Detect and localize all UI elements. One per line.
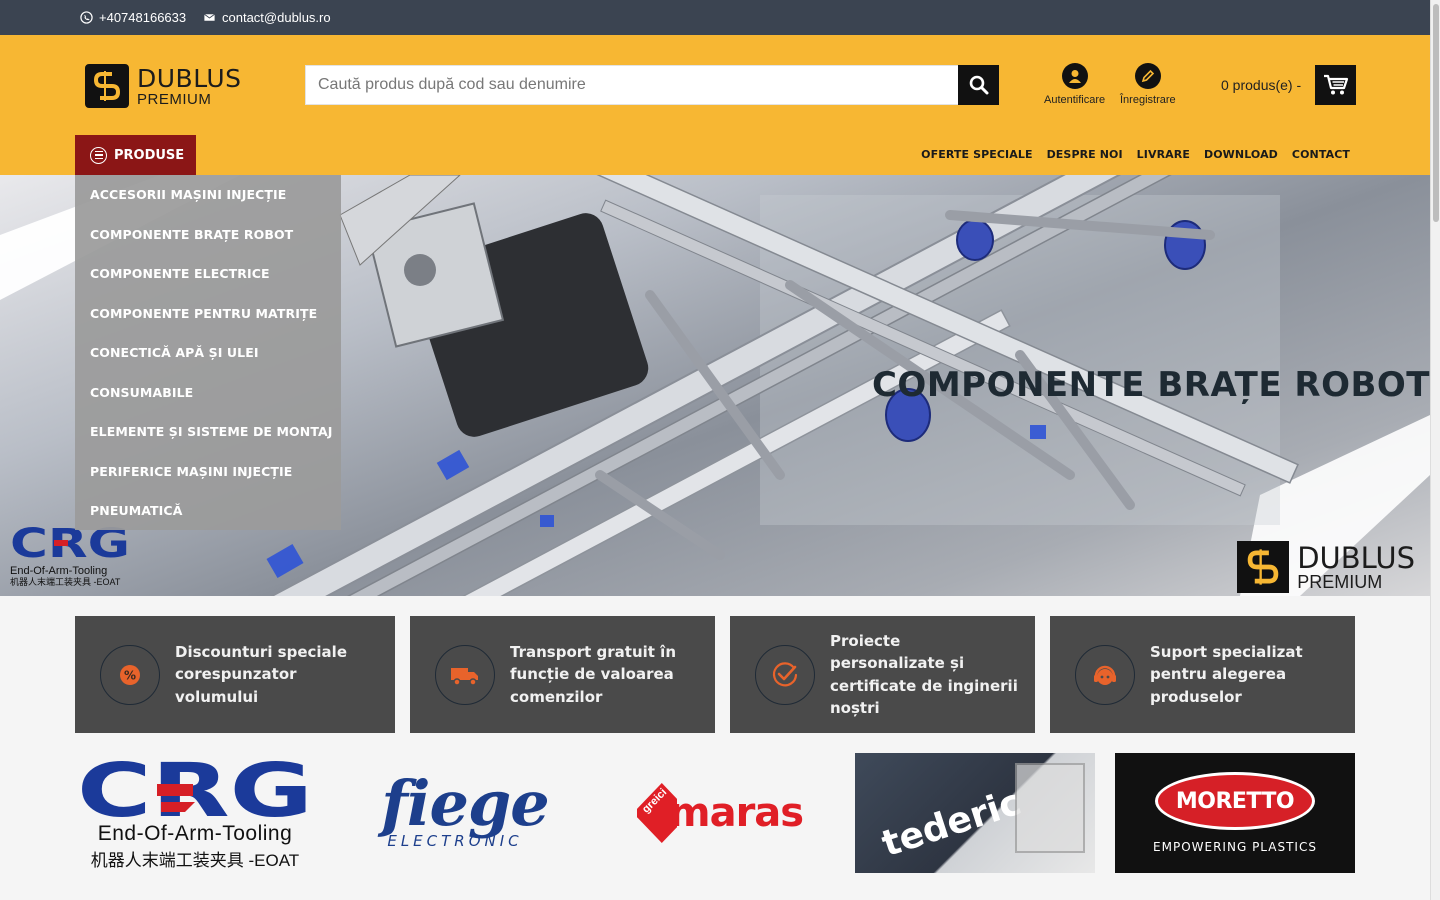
fiege-name: fiege: [381, 767, 549, 840]
top-bar: +40748166633 contact@dublus.ro: [0, 0, 1430, 35]
crg-line1: End-Of-Arm-Tooling: [97, 821, 293, 845]
dropdown-item[interactable]: ACCESORII MAȘINI INJECȚIE: [75, 175, 341, 215]
scrollbar-thumb[interactable]: [1433, 4, 1439, 222]
pencil-icon: [1134, 63, 1161, 89]
register-label: Înregistrare: [1120, 94, 1176, 106]
nav-item-despre[interactable]: DESPRE NOI: [1047, 148, 1123, 161]
brand-logo-moretto[interactable]: MORETTO EMPOWERING PLASTICS: [1115, 753, 1355, 873]
search-button[interactable]: [958, 65, 999, 105]
feature-card-transport: Transport gratuit în funcție de valoarea…: [410, 616, 715, 733]
logo-line2: PREMIUM: [137, 90, 212, 108]
dropdown-item[interactable]: ELEMENTE ȘI SISTEME DE MONTAJ: [75, 412, 341, 452]
envelope-icon: [204, 13, 215, 21]
check-icon: [755, 644, 815, 705]
menu-icon: [90, 146, 107, 164]
search-bar: [305, 65, 999, 105]
login-label: Autentificare: [1044, 94, 1106, 106]
hero-title: COMPONENTE BRAȚE ROBOT: [871, 365, 1430, 405]
hero-brand-line1: DUBLUS: [1297, 540, 1415, 575]
dropdown-item[interactable]: PNEUMATICĂ: [75, 491, 341, 531]
products-menu-button[interactable]: PRODUSE: [75, 135, 196, 175]
dropdown-item[interactable]: PERIFERICE MAȘINI INJECȚIE: [75, 452, 341, 492]
logo-line1: DUBLUS: [137, 63, 242, 93]
svg-text:%: %: [124, 668, 136, 682]
hero-crg-line2: 机器人末端工装夹具 -EOAT: [10, 577, 121, 587]
email-contact[interactable]: contact@dublus.ro: [203, 10, 331, 25]
cart-button[interactable]: [1315, 65, 1357, 105]
user-icon: [1061, 63, 1088, 89]
fiege-sub: ELECTRONIC: [387, 832, 523, 850]
feature-text: Discounturi speciale corespunzator volum…: [175, 642, 347, 706]
phone-contact[interactable]: +40748166633: [80, 10, 186, 25]
nav-item-contact[interactable]: CONTACT: [1292, 148, 1350, 161]
site-logo[interactable]: DUBLUS PREMIUM: [85, 64, 242, 108]
moretto-oval: MORETTO: [1155, 772, 1315, 830]
brand-logo-tederic[interactable]: tederic: [855, 753, 1095, 873]
logo-mark-icon: [85, 64, 129, 108]
dropdown-item[interactable]: COMPONENTE PENTRU MATRIȚE: [75, 294, 341, 334]
header: DUBLUS PREMIUM Autentificare Înregistrar…: [0, 35, 1430, 175]
phone-number: +40748166633: [99, 10, 187, 25]
percent-icon: %: [100, 644, 160, 705]
nav-item-download[interactable]: DOWNLOAD: [1204, 148, 1278, 161]
products-dropdown: ACCESORII MAȘINI INJECȚIE COMPONENTE BRA…: [75, 175, 341, 530]
phone-icon: [80, 11, 93, 24]
login-link[interactable]: Autentificare: [1044, 63, 1105, 106]
dropdown-item[interactable]: COMPONENTE ELECTRICE: [75, 254, 341, 294]
hero-brand-logo: DUBLUS PREMIUM: [1237, 541, 1415, 593]
cart-icon: [1323, 74, 1348, 95]
truck-icon: [435, 644, 495, 705]
moretto-tagline: EMPOWERING PLASTICS: [1153, 840, 1317, 854]
feature-card-support: Suport specializat pentru alegerea produ…: [1050, 616, 1355, 733]
page-scrollbar[interactable]: [1430, 0, 1440, 900]
crg-mark: CRG: [77, 756, 313, 822]
dropdown-item[interactable]: CONECTICĂ APĂ ȘI ULEI: [75, 333, 341, 373]
svg-text:CRG: CRG: [77, 756, 313, 822]
tederic-name: tederic: [877, 781, 1027, 866]
search-input[interactable]: [305, 65, 958, 105]
hero-crg-line1: End-Of-Arm-Tooling: [10, 565, 108, 577]
feature-card-discounts: % Discounturi speciale corespunzator vol…: [75, 616, 395, 733]
headset-icon: [1075, 644, 1135, 705]
maras-name: maras: [668, 790, 804, 836]
machine-illustration: [1015, 763, 1085, 853]
brand-logo-crg[interactable]: CRG End-Of-Arm-Tooling 机器人末端工装夹具 -EOAT: [75, 753, 315, 873]
hero-crg-logo: CRG End-Of-Arm-Tooling 机器人末端工装夹具 -EOAT: [10, 521, 132, 588]
feature-text: Transport gratuit în funcție de valoarea…: [510, 642, 677, 706]
nav-item-oferte[interactable]: OFERTE SPECIALE: [921, 148, 1032, 161]
nav-item-livrare[interactable]: LIVRARE: [1137, 148, 1190, 161]
brand-logo-maras[interactable]: greici maras: [600, 753, 840, 873]
crg-line2: 机器人末端工装夹具 -EOAT: [90, 850, 300, 870]
dropdown-item[interactable]: COMPONENTE BRAȚE ROBOT: [75, 215, 341, 255]
feature-card-projects: Proiecte personalizate și certificate de…: [730, 616, 1035, 733]
logo-mark-icon: [1237, 541, 1290, 593]
feature-text: Proiecte personalizate și certificate de…: [830, 631, 1018, 718]
moretto-name: MORETTO: [1175, 788, 1295, 814]
cart-summary: 0 produs(e) -: [1221, 77, 1302, 93]
email-address: contact@dublus.ro: [222, 10, 331, 25]
hero-brand-line2: PREMIUM: [1297, 571, 1383, 592]
cart-widget[interactable]: 0 produs(e) -: [1221, 65, 1357, 105]
search-icon: [969, 75, 988, 95]
dropdown-item[interactable]: CONSUMABILE: [75, 373, 341, 413]
register-link[interactable]: Înregistrare: [1120, 63, 1176, 106]
products-button-label: PRODUSE: [114, 147, 185, 163]
main-nav: OFERTE SPECIALE DESPRE NOI LIVRARE DOWNL…: [921, 148, 1350, 161]
brand-logo-fiege[interactable]: fiege ELECTRONIC: [345, 753, 585, 873]
feature-text: Suport specializat pentru alegerea produ…: [1150, 642, 1303, 706]
